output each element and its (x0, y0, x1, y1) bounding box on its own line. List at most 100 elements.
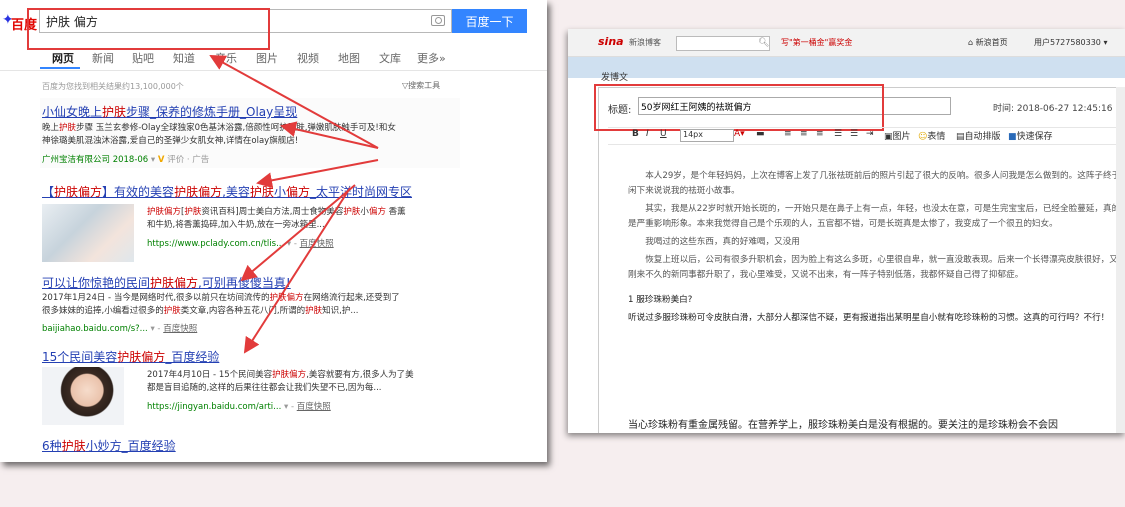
sina-logo[interactable]: sina (598, 35, 624, 48)
search-button[interactable]: 百度一下 (452, 9, 527, 33)
sina-logo-subtitle: 新浪博客 (629, 38, 661, 47)
indent-icon[interactable]: ⇥ (866, 129, 874, 139)
result-thumbnail[interactable] (42, 367, 124, 425)
bold-button[interactable]: B (632, 129, 639, 139)
auto-layout-label: 自动排版 (964, 132, 1001, 142)
image-button[interactable]: ▣图片 (884, 129, 911, 142)
result-title[interactable]: 可以让你惊艳的民间护肤偏方,可别再傻傻当真! (42, 274, 291, 291)
keyword-highlight: 护肤 (272, 370, 290, 380)
annotation-box-search (27, 8, 270, 50)
align-center-icon[interactable]: ≡ (800, 129, 808, 139)
post-time: 时间: 2018-06-27 12:45:16 (993, 104, 1113, 114)
compose-heading: 发博文 (601, 73, 629, 83)
align-right-icon[interactable]: ≡ (816, 129, 824, 139)
keyword-highlight: 偏方 (174, 276, 199, 290)
keyword-highlight: 偏方 (141, 350, 166, 364)
result-url[interactable]: https://www.pclady.com.cn/tlis... ▾ - 百度… (147, 237, 334, 249)
result-snippet: 2017年1月24日 - 当今是网络时代,很多以前只在坊间流传的护肤偏方在网络流… (42, 292, 462, 318)
ordered-list-icon[interactable]: ☰ (834, 129, 842, 139)
font-color-icon[interactable]: A▾ (734, 129, 745, 139)
editor-scrollbar[interactable] (1116, 87, 1125, 433)
article-body[interactable]: 本人29岁，是个年轻妈妈，上次在博客上发了几张祛斑前后的照片引起了很大的反响。很… (628, 169, 1123, 329)
tab-wenku[interactable]: 文库 (379, 50, 401, 66)
article-paragraph: 本人29岁，是个年轻妈妈，上次在博客上发了几张祛斑前后的照片引起了很大的反响。很… (628, 171, 1121, 196)
unordered-list-icon[interactable]: ☰ (850, 129, 858, 139)
chevron-down-icon: ▾ - (150, 324, 164, 334)
auto-layout-button[interactable]: ▤自动排版 (956, 129, 1001, 142)
baidu-search-window: ✦ 百度 百度一下 网页 新闻 贴吧 知道 音乐 图片 视频 地图 文库 更多»… (0, 0, 547, 462)
tab-music[interactable]: 音乐 (215, 50, 237, 66)
result-url[interactable]: baijiahao.baidu.com/s?... ▾ - 百度快照 (42, 322, 197, 334)
snapshot-link[interactable]: 百度快照 (297, 402, 331, 412)
snippet-line: 2017年1月24日 - 当今是网络时代,很多以前只在坊间流传的护肤偏方在网络流… (42, 293, 400, 303)
sina-blog-window: sina 新浪博客 🔍︎ 写"第一桶金"赢奖金 ⌂ 新浪首页 用户5727580… (568, 29, 1125, 433)
tab-images[interactable]: 图片 (256, 50, 278, 66)
article-paragraph: 恢复上班以后，公司有很多升职机会，因为脸上有这么多斑，心里很自卑，就一直没敢表现… (628, 255, 1118, 280)
promo-link[interactable]: 写"第一桶金"赢奖金 (781, 37, 852, 48)
result-title[interactable]: 【护肤偏方】有效的美容护肤偏方,美容护肤小偏方_太平洋时尚网专区 (42, 183, 412, 200)
article-paragraph: 其实，我是从22岁时就开始长斑的，一开始只是在鼻子上有一点，年轻，也没太在意，可… (628, 204, 1121, 229)
result-url[interactable]: 广州宝洁有限公司 2018-06 ▾ V 评价 · 广告 (42, 153, 209, 165)
keyword-highlight: 护肤 (59, 123, 77, 133)
snapshot-link[interactable]: 百度快照 (163, 324, 197, 334)
keyword-highlight: 护肤 (269, 293, 287, 303)
keyword-highlight: 护肤 (102, 105, 127, 119)
home-icon: ⌂ (968, 38, 976, 47)
align-left-icon[interactable]: ≡ (784, 129, 792, 139)
article-paragraph: 我喝过的这些东西，真的好难喝，又没用 (645, 237, 800, 247)
home-link-label: 新浪首页 (975, 38, 1008, 47)
save-icon: ■ (1008, 132, 1017, 142)
tab-news[interactable]: 新闻 (92, 50, 114, 66)
search-tools-label: 搜索工具 (408, 81, 441, 90)
chevron-down-icon: ▾ (150, 155, 158, 165)
keyword-highlight: 偏方 (368, 207, 386, 217)
keyword-highlight: 偏方 (164, 207, 182, 217)
snippet-line: 晚上护肤步骤 玉兰玄参修-Olay全球独家0色基沐浴露,倍颜性呵护肌肤,弹嫩肌肤… (42, 123, 396, 133)
quick-save-button[interactable]: ■快速保存 (1008, 129, 1053, 142)
result-url-text: baijiahao.baidu.com/s?... (42, 324, 148, 334)
italic-button[interactable]: I (646, 129, 649, 139)
article-answer: 听说过多服珍珠粉可令皮肤白滑，大部分人都深信不疑，更有报道指出某明星自小就有吃珍… (628, 313, 1110, 323)
result-title[interactable]: 6种护肤小妙方_百度经验 (42, 437, 176, 454)
article-footer-line: 当心珍珠粉有重金属残留。在营养学上，服珍珠粉美白是没有根据的。要关注的是珍珠粉会… (628, 420, 1058, 431)
snapshot-link[interactable]: 百度快照 (300, 239, 334, 249)
sina-search-input[interactable] (676, 36, 770, 51)
result-snippet: 晚上护肤步骤 玉兰玄参修-Olay全球独家0色基沐浴露,倍颜性呵护肌肤,弹嫩肌肤… (42, 122, 457, 148)
smiley-icon: ☺ (918, 132, 928, 142)
clear-format-icon[interactable]: ▬ (756, 129, 765, 139)
result-title[interactable]: 15个民间美容护肤偏方_百度经验 (42, 348, 219, 365)
tab-video[interactable]: 视频 (297, 50, 319, 66)
keyword-highlight: 偏方 (198, 185, 223, 199)
underline-button[interactable]: U (660, 129, 667, 139)
keyword-highlight: 护肤 (54, 185, 79, 199)
tab-tieba[interactable]: 贴吧 (132, 50, 154, 66)
result-url-text: https://jingyan.baidu.com/arti... (147, 402, 282, 412)
result-extra[interactable]: 评价 · 广告 (167, 155, 209, 165)
home-link[interactable]: ⌂ 新浪首页 (968, 37, 1008, 48)
tab-more[interactable]: 更多» (417, 50, 446, 66)
tab-web[interactable]: 网页 (52, 50, 74, 66)
tab-zhidao[interactable]: 知道 (173, 50, 195, 66)
keyword-highlight: 护肤 (343, 207, 361, 217)
tab-map[interactable]: 地图 (338, 50, 360, 66)
result-url[interactable]: https://jingyan.baidu.com/arti... ▾ - 百度… (147, 400, 331, 412)
search-tools-button[interactable]: ▽搜索工具 (402, 80, 440, 91)
result-title[interactable]: 小仙女晚上护肤步骤_保养的修炼手册_Olay呈现 (42, 103, 297, 120)
result-snippet: 护肤偏方[护肤资讯百科]周士美白方法,周士食物美容护肤小偏方 香薰 和牛奶,将香… (147, 206, 452, 232)
snippet-line: 2017年4月10日 - 15个民间美容护肤偏方,美容就要有方,很多人为了美 (147, 370, 414, 380)
result-thumbnail[interactable] (42, 204, 134, 262)
keyword-highlight: 护肤 (147, 207, 165, 217)
result-count: 百度为您找到相关结果约13,100,000个 (42, 82, 184, 91)
keyword-highlight: 偏方 (289, 370, 307, 380)
font-size-select[interactable]: 14px (680, 129, 734, 142)
camera-icon[interactable] (431, 15, 445, 26)
user-menu[interactable]: 用户5727580330 ▾ (1034, 37, 1107, 48)
search-icon[interactable]: 🔍︎ (758, 38, 769, 48)
snippet-line: 神徐璐美肌混浊沐浴露,爱自己的圣弹少女肌女神,详情在olay旗舰店! (42, 136, 299, 146)
keyword-highlight: 护肤 (163, 306, 181, 316)
result-snippet: 2017年4月10日 - 15个民间美容护肤偏方,美容就要有方,很多人为了美 都… (147, 369, 452, 395)
keyword-highlight: 护肤 (61, 439, 86, 453)
keyword-highlight: 偏方 (78, 185, 103, 199)
emoji-button[interactable]: ☺表情 (918, 129, 945, 142)
emoji-label: 表情 (927, 132, 946, 142)
